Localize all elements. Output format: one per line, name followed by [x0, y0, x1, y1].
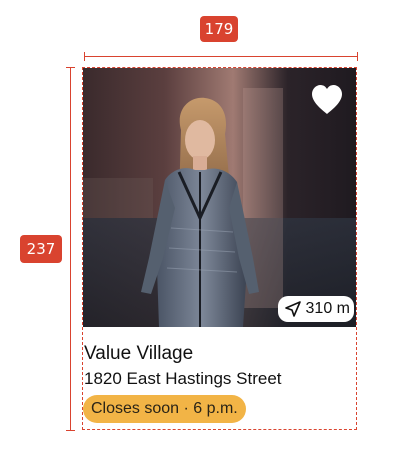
- navigation-arrow-icon: [284, 301, 301, 317]
- store-name: Value Village: [84, 343, 194, 364]
- store-card[interactable]: 310 m Value Village 1820 East Hastings S…: [83, 68, 356, 429]
- store-photo: 310 m: [83, 68, 356, 327]
- width-measurement-label: 179: [204, 19, 234, 38]
- width-measurement-cap-left: [84, 52, 85, 61]
- heart-icon: [312, 85, 342, 114]
- store-address: 1820 East Hastings Street: [84, 369, 282, 388]
- height-measurement-label: 237: [26, 239, 56, 258]
- distance-badge: 310 m: [277, 296, 354, 322]
- width-measurement-badge: 179: [200, 16, 238, 42]
- distance-text: 310 m: [305, 300, 350, 317]
- favorite-button[interactable]: [310, 84, 344, 116]
- status-badge: Closes soon · 6 p.m.: [83, 395, 246, 423]
- height-measurement-line: [70, 67, 71, 431]
- height-measurement-cap-bottom: [66, 430, 75, 431]
- height-measurement-cap-top: [66, 67, 75, 68]
- height-measurement-badge: 237: [20, 235, 62, 263]
- width-measurement-line: [84, 56, 358, 57]
- width-measurement-cap-right: [357, 52, 358, 61]
- status-text: Closes soon · 6 p.m.: [91, 400, 238, 417]
